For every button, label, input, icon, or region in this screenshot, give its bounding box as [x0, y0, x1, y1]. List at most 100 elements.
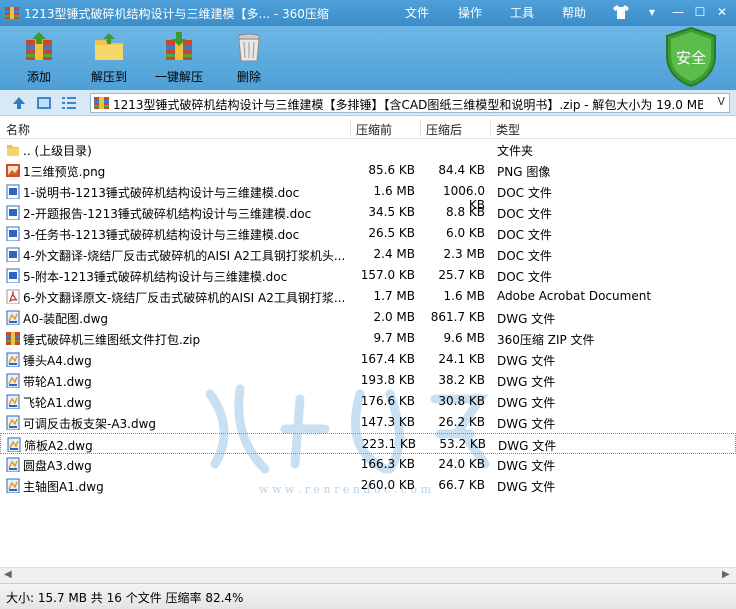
column-name[interactable]: 名称 [6, 121, 30, 138]
file-size: 2.4 MB [373, 247, 415, 261]
file-compressed-size: 84.4 KB [438, 163, 485, 177]
menu-tools[interactable]: 工具 [510, 4, 534, 21]
file-row[interactable]: 1三维预览.png 85.6 KB 84.4 KB PNG 图像 [0, 160, 736, 181]
delete-button[interactable]: 删除 [214, 30, 284, 88]
horizontal-scrollbar[interactable]: ◀ ▶ [0, 567, 736, 583]
file-type: DWG 文件 [497, 396, 556, 410]
file-size: 260.0 KB [360, 478, 415, 492]
status-bar: 大小: 15.7 MB 共 16 个文件 压缩率 82.4% [0, 583, 736, 609]
file-size: 1.6 MB [373, 184, 415, 198]
file-row[interactable]: 筛板A2.dwg 223.1 KB 53.2 KB DWG 文件 [0, 433, 736, 454]
address-bar: 1213型锤式破碎机结构设计与三维建模【多排锤】【含CAD图纸三维模型和说明书】… [0, 90, 736, 116]
minimize-button[interactable]: — [668, 3, 688, 21]
dwg-icon [6, 394, 20, 409]
column-compressed[interactable]: 压缩后 [426, 121, 462, 138]
delete-label: 删除 [236, 70, 261, 84]
one-click-extract-icon [166, 32, 192, 60]
file-type: DOC 文件 [497, 249, 552, 263]
window-title: 1213型锤式破碎机结构设计与三维建模【多... - 360压缩 [24, 7, 329, 21]
doc-icon [6, 184, 20, 199]
file-name: 5-附本-1213锤式破碎机结构设计与三维建模.doc [23, 270, 288, 284]
menu-file[interactable]: 文件 [405, 4, 429, 21]
file-name: A0-装配图.dwg [23, 312, 109, 326]
file-row[interactable]: 3-任务书-1213锤式破碎机结构设计与三维建模.doc 26.5 KB 6.0 K… [0, 223, 736, 244]
list-view-icon[interactable] [61, 95, 77, 111]
file-row[interactable]: 飞轮A1.dwg 176.6 KB 30.8 KB DWG 文件 [0, 391, 736, 412]
file-row[interactable]: 6-外文翻译原文-烧结厂反击式破碎机的AISI A2工具钢打浆... 1.7 MB… [0, 286, 736, 307]
file-row[interactable]: .. (上级目录) 文件夹 [0, 139, 736, 160]
add-label: 添加 [26, 70, 51, 84]
file-type: DOC 文件 [497, 228, 552, 242]
zip-icon [6, 332, 20, 345]
file-compressed-size: 38.2 KB [438, 373, 485, 387]
add-archive-icon [26, 32, 52, 60]
scroll-left-icon[interactable]: ◀ [4, 569, 12, 580]
security-badge-text: 安全 [676, 49, 706, 67]
security-shield-icon[interactable]: 安全 [663, 26, 719, 88]
file-row[interactable]: 可调反击板支架-A3.dwg 147.3 KB 26.2 KB DWG 文件 [0, 412, 736, 433]
file-compressed-size: 8.8 KB [446, 205, 485, 219]
menu-help[interactable]: 帮助 [562, 4, 586, 21]
file-row[interactable]: 主轴图A1.dwg 260.0 KB 66.7 KB DWG 文件 [0, 475, 736, 496]
file-compressed-size: 2.3 MB [443, 247, 485, 261]
dwg-icon [6, 352, 20, 367]
file-compressed-size: 66.7 KB [438, 478, 485, 492]
file-type: 360压缩 ZIP 文件 [497, 333, 595, 347]
file-compressed-size: 24.0 KB [438, 457, 485, 471]
extract-to-icon [95, 33, 123, 60]
file-type: DWG 文件 [497, 480, 556, 494]
file-row[interactable]: 锤头A4.dwg 167.4 KB 24.1 KB DWG 文件 [0, 349, 736, 370]
file-compressed-size: 30.8 KB [438, 394, 485, 408]
maximize-button[interactable]: ☐ [690, 3, 710, 21]
file-size: 1.7 MB [373, 289, 415, 303]
column-type[interactable]: 类型 [496, 121, 520, 138]
file-row[interactable]: 4-外文翻译-烧结厂反击式破碎机的AISI A2工具钢打浆机头... 2.4 MB… [0, 244, 736, 265]
file-row[interactable]: 圆盘A3.dwg 166.3 KB 24.0 KB DWG 文件 [0, 454, 736, 475]
file-row[interactable]: 1-说明书-1213锤式破碎机结构设计与三维建模.doc 1.6 MB 1006.0… [0, 181, 736, 212]
file-row[interactable]: A0-装配图.dwg 2.0 MB 861.7 KB DWG 文件 [0, 307, 736, 328]
file-size: 85.6 KB [368, 163, 415, 177]
file-size: 9.7 MB [373, 331, 415, 345]
extract-to-button[interactable]: 解压到 [74, 30, 144, 88]
file-size: 157.0 KB [360, 268, 415, 282]
file-type: DWG 文件 [497, 354, 556, 368]
close-button[interactable]: ✕ [712, 3, 732, 21]
column-header: 名称 压缩前 压缩后 类型 [0, 117, 736, 139]
file-size: 2.0 MB [373, 310, 415, 324]
doc-icon [6, 226, 20, 241]
file-name: 可调反击板支架-A3.dwg [23, 417, 157, 431]
scroll-right-icon[interactable]: ▶ [722, 569, 730, 580]
add-button[interactable]: 添加 [4, 30, 74, 88]
large-icon-view-icon[interactable] [36, 95, 52, 111]
column-divider[interactable] [420, 119, 421, 137]
file-compressed-size: 9.6 MB [443, 331, 485, 345]
file-name: 3-任务书-1213锤式破碎机结构设计与三维建模.doc [23, 228, 300, 242]
pdf-icon [6, 289, 20, 304]
file-name: 筛板A2.dwg [24, 439, 93, 453]
column-divider[interactable] [350, 119, 351, 137]
file-row[interactable]: 带轮A1.dwg 193.8 KB 38.2 KB DWG 文件 [0, 370, 736, 391]
archive-app-icon [5, 7, 19, 19]
file-row[interactable]: 5-附本-1213锤式破碎机结构设计与三维建模.doc 157.0 KB 25.7 … [0, 265, 736, 286]
column-size[interactable]: 压缩前 [356, 121, 392, 138]
menu-operate[interactable]: 操作 [458, 4, 482, 21]
file-type: DOC 文件 [497, 270, 552, 284]
file-row[interactable]: 锤式破碎机三维图纸文件打包.zip 9.7 MB 9.6 MB 360压缩 ZIP 文… [0, 328, 736, 349]
file-type: Adobe Acrobat Document [497, 289, 652, 303]
file-type: 文件夹 [497, 144, 534, 158]
options-button[interactable]: ▾ [642, 3, 662, 21]
one-click-extract-button[interactable]: 一键解压 [144, 30, 214, 88]
file-type: DWG 文件 [498, 439, 557, 453]
up-arrow-icon[interactable] [11, 95, 27, 111]
file-row[interactable]: 2-开题报告-1213锤式破碎机结构设计与三维建模.doc 34.5 KB 8.8 … [0, 202, 736, 223]
file-type: DWG 文件 [497, 312, 556, 326]
archive-path-text: 1213型锤式破碎机结构设计与三维建模【多排锤】【含CAD图纸三维模型和说明书】… [113, 98, 703, 112]
status-text: 大小: 15.7 MB 共 16 个文件 压缩率 82.4% [6, 591, 244, 605]
file-compressed-size: 861.7 KB [430, 310, 485, 324]
path-dropdown-button[interactable]: V [717, 95, 725, 108]
file-size: 223.1 KB [361, 437, 416, 451]
shirt-skin-icon[interactable] [612, 4, 630, 20]
file-size: 147.3 KB [360, 415, 415, 429]
column-divider[interactable] [490, 119, 491, 137]
path-field[interactable]: 1213型锤式破碎机结构设计与三维建模【多排锤】【含CAD图纸三维模型和说明书】… [90, 93, 730, 113]
